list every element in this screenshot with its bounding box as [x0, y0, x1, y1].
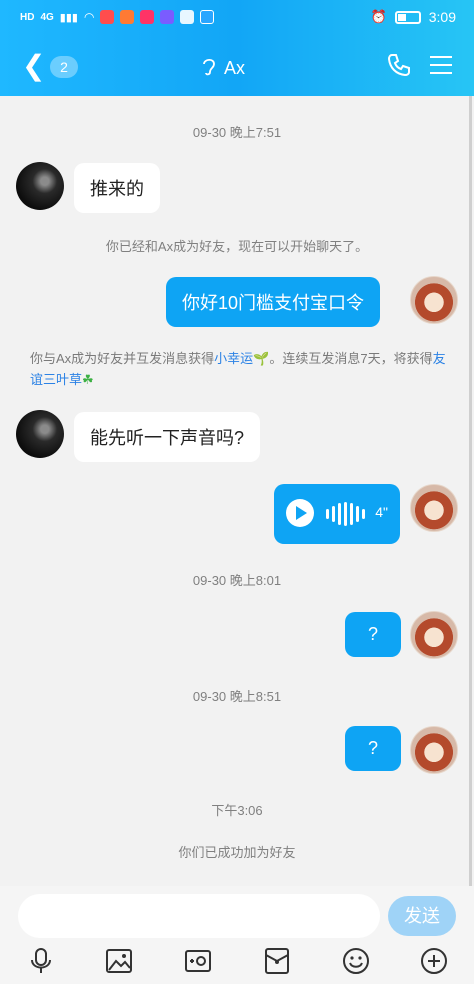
status-icons-right: ⏰ 3:09	[371, 9, 456, 25]
ear-icon[interactable]	[200, 56, 218, 81]
input-area: 发送	[0, 886, 474, 984]
my-avatar[interactable]	[410, 726, 458, 774]
message-bubble-outgoing[interactable]: 你好10门槛支付宝口令	[166, 277, 381, 327]
red-packet-icon[interactable]	[262, 946, 292, 976]
timestamp: 09-30 晚上8:51	[192, 689, 282, 704]
sprout-icon: 🌱	[253, 351, 270, 366]
hd-indicator: HD	[20, 11, 35, 23]
signal-icon: ▮▮▮	[59, 11, 78, 24]
note-text: 你与Ax成为好友并互发消息获得	[30, 351, 215, 366]
my-avatar[interactable]	[410, 611, 458, 659]
network-indicator: 4G	[40, 11, 54, 23]
emoji-icon[interactable]	[341, 946, 371, 976]
play-icon[interactable]	[286, 499, 314, 527]
my-avatar[interactable]	[410, 484, 458, 532]
scrollbar[interactable]	[469, 96, 472, 886]
chat-area[interactable]: 09-30 晚上7:51 推来的 你已经和Ax成为好友，现在可以开始聊天了。 你…	[0, 96, 474, 886]
message-bubble-incoming[interactable]: 能先听一下声音吗?	[74, 412, 261, 462]
status-bar: HD 4G ▮▮▮ ◠ ⏰ 3:09	[0, 0, 474, 36]
message-bubble-outgoing[interactable]: ?	[345, 612, 401, 657]
system-message: 你已经和Ax成为好友，现在可以开始聊天了。	[105, 239, 369, 254]
wifi-icon: ◠	[83, 10, 95, 24]
battery-icon	[394, 10, 421, 24]
clock: 3:09	[428, 9, 456, 25]
unread-badge[interactable]: 2	[50, 56, 78, 78]
timestamp: 09-30 晚上8:01	[192, 573, 282, 588]
chat-title: Ax	[200, 56, 245, 81]
back-chevron-icon[interactable]: ❮	[22, 52, 45, 80]
alarm-icon: ⏰	[370, 9, 387, 24]
app-icon-2	[140, 10, 155, 24]
message-bubble-outgoing[interactable]: ?	[345, 726, 401, 771]
system-message: 你们已成功加为好友	[178, 845, 296, 860]
note-text-2: 。连续互发消息7天，将获得	[269, 351, 433, 366]
camera-icon[interactable]	[183, 946, 213, 976]
app-icon-4	[200, 10, 215, 24]
phone-icon[interactable]	[386, 52, 412, 78]
contact-avatar[interactable]	[16, 410, 64, 458]
waveform-icon	[326, 502, 365, 526]
voice-duration: 4"	[375, 504, 388, 520]
top-bar: HD 4G ▮▮▮ ◠ ⏰ 3:09 ❮ 2 Ax	[0, 0, 474, 96]
menu-icon[interactable]	[430, 56, 452, 74]
microphone-icon[interactable]	[26, 946, 56, 976]
timestamp: 09-30 晚上7:51	[192, 125, 282, 140]
weibo-icon	[100, 10, 115, 24]
image-icon[interactable]	[104, 946, 134, 976]
voice-message[interactable]: 4"	[274, 484, 400, 544]
contact-name[interactable]: Ax	[224, 58, 245, 79]
send-button[interactable]: 发送	[388, 896, 456, 936]
nav-bar: ❮ 2 Ax	[0, 44, 474, 90]
my-avatar[interactable]	[410, 276, 458, 324]
chat-icon	[180, 10, 195, 24]
plus-icon[interactable]	[419, 946, 449, 976]
app-icon-3	[160, 10, 175, 24]
app-icon	[120, 10, 135, 24]
timestamp: 下午3:06	[211, 803, 263, 818]
message-input[interactable]	[18, 894, 380, 938]
contact-avatar[interactable]	[16, 162, 64, 210]
clover-icon: ☘	[82, 372, 94, 387]
message-bubble-incoming[interactable]: 推来的	[74, 163, 160, 213]
toolbar	[0, 946, 474, 978]
friend-reward-note: 你与Ax成为好友并互发消息获得小幸运🌱。连续互发消息7天，将获得友谊三叶草☘	[30, 348, 450, 390]
status-icons-left: HD 4G ▮▮▮ ◠	[20, 10, 215, 24]
lucky-link[interactable]: 小幸运	[214, 351, 253, 366]
